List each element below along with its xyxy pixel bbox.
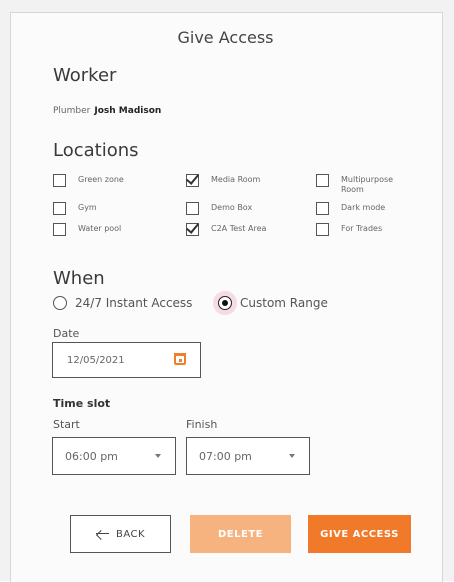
location-label: Dark mode [341, 203, 386, 212]
when-heading: When [53, 268, 105, 289]
worker-role: Plumber [53, 106, 91, 116]
checkbox[interactable] [53, 202, 66, 215]
location-label: C2A Test Area [211, 224, 267, 233]
chevron-down-icon [289, 454, 295, 458]
finish-time-select[interactable]: 07:00 pm [186, 437, 310, 475]
location-gym[interactable]: Gym [53, 202, 142, 215]
worker-name: Josh Madison [94, 106, 162, 116]
date-input[interactable]: 12/05/2021 [52, 342, 201, 378]
time-slot-label: Time slot [53, 397, 111, 410]
checkbox-checked[interactable] [186, 223, 199, 236]
start-time-value: 06:00 pm [65, 449, 118, 463]
finish-label: Finish [186, 418, 218, 431]
checkbox[interactable] [316, 202, 329, 215]
page-title: Give Access [177, 28, 274, 47]
start-label: Start [53, 418, 80, 431]
location-green-zone[interactable]: Green zone [53, 174, 142, 187]
location-label: Green zone [78, 175, 124, 184]
location-label: Gym [78, 203, 97, 212]
radio-button[interactable] [53, 296, 67, 310]
give-access-button-label: GIVE ACCESS [320, 528, 399, 540]
location-c2a-test-area[interactable]: C2A Test Area [186, 223, 275, 236]
delete-button-label: DELETE [218, 528, 263, 540]
worker-line: Plumber Josh Madison [53, 106, 161, 116]
checkbox[interactable] [53, 223, 66, 236]
delete-button[interactable]: DELETE [190, 515, 291, 553]
radio-instant-access[interactable]: 24/7 Instant Access [53, 296, 192, 310]
checkbox[interactable] [316, 223, 329, 236]
location-demo-box[interactable]: Demo Box [186, 202, 275, 215]
location-dark-mode[interactable]: Dark mode [316, 202, 405, 215]
give-access-button[interactable]: GIVE ACCESS [308, 515, 411, 553]
radio-button-selected[interactable] [218, 296, 232, 310]
location-media-room[interactable]: Media Room [186, 174, 275, 187]
location-multipurpose-room[interactable]: Multipurpose Room [316, 174, 401, 195]
finish-time-value: 07:00 pm [199, 449, 252, 463]
checkbox[interactable] [186, 202, 199, 215]
start-time-select[interactable]: 06:00 pm [52, 437, 176, 475]
location-label: Water pool [78, 224, 122, 233]
date-label: Date [53, 327, 80, 340]
worker-heading: Worker [53, 65, 117, 86]
radio-label: 24/7 Instant Access [75, 296, 193, 310]
checkbox-checked[interactable] [186, 174, 199, 187]
location-label: Multipurpose Room [341, 175, 394, 194]
locations-heading: Locations [53, 140, 139, 161]
give-access-panel: Give Access Worker Plumber Josh Madison L… [11, 13, 440, 581]
date-value: 12/05/2021 [67, 354, 125, 366]
checkbox[interactable] [316, 174, 329, 187]
arrow-left-icon [95, 530, 110, 538]
checkbox[interactable] [53, 174, 66, 187]
location-label: For Trades [341, 224, 383, 233]
location-label: Media Room [211, 175, 261, 184]
location-for-trades[interactable]: For Trades [316, 223, 405, 236]
back-button[interactable]: BACK [70, 515, 171, 553]
chevron-down-icon [155, 454, 161, 458]
back-button-label: BACK [115, 528, 146, 540]
location-water-pool[interactable]: Water pool [53, 223, 142, 236]
location-label: Demo Box [211, 203, 253, 212]
radio-label: Custom Range [240, 296, 328, 310]
calendar-icon[interactable] [174, 353, 186, 365]
screen-frame: Give Access Worker Plumber Josh Madison L… [0, 0, 454, 582]
radio-custom-range[interactable]: Custom Range [218, 296, 328, 310]
